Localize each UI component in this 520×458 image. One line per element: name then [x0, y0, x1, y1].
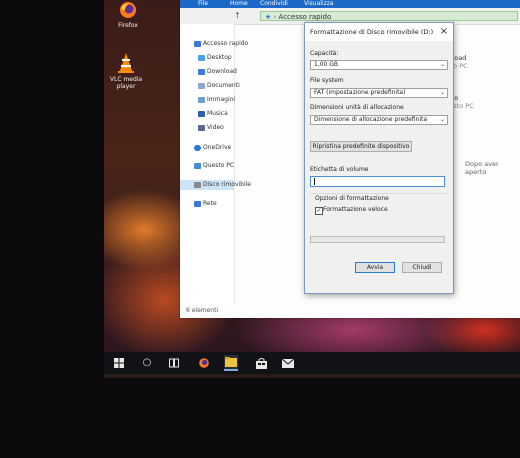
firefox-icon[interactable]	[197, 356, 211, 370]
desktop-icon-vlc[interactable]: VLC media player	[104, 52, 150, 90]
allocation-size-label: Dimensioni unità di allocazione	[310, 104, 404, 111]
store-icon[interactable]	[254, 356, 268, 370]
volume-label-input[interactable]	[310, 176, 445, 187]
desktop-icon-label: Firefox	[118, 22, 138, 29]
taskbar: ○	[104, 352, 520, 374]
format-dialog: Formattazione di Disco rimovibile (D:) ×…	[304, 22, 454, 294]
capacity-select[interactable]: 1,00 GB ⌄	[310, 60, 448, 70]
quick-format-label: Formattazione veloce	[323, 206, 388, 213]
separator	[310, 193, 448, 194]
star-icon	[194, 40, 201, 47]
format-options-label: Opzioni di formattazione	[315, 195, 389, 202]
ribbon-tab-home[interactable]: Home	[230, 0, 248, 8]
ribbon-tabs: File Home Condividi Visualizza	[180, 0, 520, 8]
drive-icon	[194, 181, 201, 188]
this-pc-icon	[194, 162, 201, 169]
navigation-pane: Accesso rapido Desktop Download Document…	[180, 24, 251, 304]
restore-defaults-button[interactable]: Ripristina predefinite dispositivo	[310, 141, 412, 152]
music-icon	[198, 110, 205, 117]
onedrive-cloud-icon	[194, 144, 201, 151]
address-bar[interactable]: ★ › Accesso rapido	[260, 11, 518, 21]
capacity-label: Capacità:	[310, 50, 339, 57]
task-view-icon[interactable]	[167, 356, 181, 370]
desktop-icon-label: VLC media player	[109, 76, 143, 90]
nav-item-pictures[interactable]: Immagini	[198, 96, 235, 103]
nav-item-download[interactable]: Download	[198, 68, 237, 75]
vlc-cone-icon	[118, 53, 134, 73]
file-system-label: File system	[310, 77, 344, 84]
monitor-screen: Firefox VLC media player File Home Condi…	[104, 0, 520, 378]
desktop-folder-icon	[198, 54, 205, 61]
close-icon[interactable]: ×	[440, 26, 448, 37]
nav-item-music[interactable]: Musica	[198, 110, 228, 117]
ribbon-tab-file[interactable]: File	[198, 0, 208, 8]
close-button[interactable]: Chiudi	[402, 262, 442, 273]
up-arrow-icon[interactable]: ↑	[234, 11, 241, 20]
network-icon	[194, 200, 201, 207]
nav-item-desktop[interactable]: Desktop	[198, 54, 232, 61]
checkmark-icon: ✓	[316, 207, 322, 214]
video-folder-icon	[198, 124, 205, 131]
text-caret	[314, 178, 315, 185]
nav-item-this-pc[interactable]: Questo PC	[194, 162, 234, 169]
search-circle-icon[interactable]: ○	[140, 356, 154, 370]
desktop-icon-firefox[interactable]: Firefox	[104, 0, 152, 29]
chevron-down-icon: ⌄	[439, 89, 445, 96]
allocation-size-select[interactable]: Dimensione di allocazione predefinita ⌄	[310, 115, 448, 125]
download-folder-icon	[198, 68, 205, 75]
quick-format-checkbox[interactable]: ✓	[315, 207, 323, 215]
dialog-title: Formattazione di Disco rimovibile (D:)	[310, 28, 434, 36]
address-text: Accesso rapido	[278, 13, 332, 21]
chevron-down-icon: ⌄	[439, 116, 445, 123]
windows-start-icon[interactable]	[112, 356, 126, 370]
mail-icon[interactable]	[281, 356, 295, 370]
file-system-select[interactable]: FAT (impostazione predefinita) ⌄	[310, 88, 448, 98]
documents-folder-icon	[198, 82, 205, 89]
nav-item-video[interactable]: Video	[198, 124, 224, 131]
pictures-folder-icon	[198, 96, 205, 103]
star-icon: ★ ›	[265, 13, 279, 21]
chevron-down-icon: ⌄	[439, 61, 445, 68]
file-explorer-icon[interactable]	[224, 355, 238, 371]
volume-label-caption: Etichetta di volume	[310, 166, 369, 173]
ribbon-tab-view[interactable]: Visualizza	[304, 0, 334, 8]
start-button[interactable]: Avvia	[355, 262, 395, 273]
nav-item-removable-disk[interactable]: Disco rimovibile	[180, 180, 251, 190]
format-progress-bar	[310, 236, 445, 243]
dialog-titlebar: Formattazione di Disco rimovibile (D:) ×	[305, 23, 453, 41]
firefox-icon	[120, 2, 136, 18]
recent-files-hint: Dopo aver aperto	[465, 160, 499, 176]
ribbon-tab-share[interactable]: Condividi	[260, 0, 288, 8]
status-bar: 6 elementi	[186, 307, 219, 314]
nav-item-onedrive[interactable]: OneDrive	[194, 144, 231, 151]
nav-item-network[interactable]: Rete	[194, 200, 217, 207]
file-explorer-window: File Home Condividi Visualizza ↑ ★ › Acc…	[180, 0, 520, 318]
